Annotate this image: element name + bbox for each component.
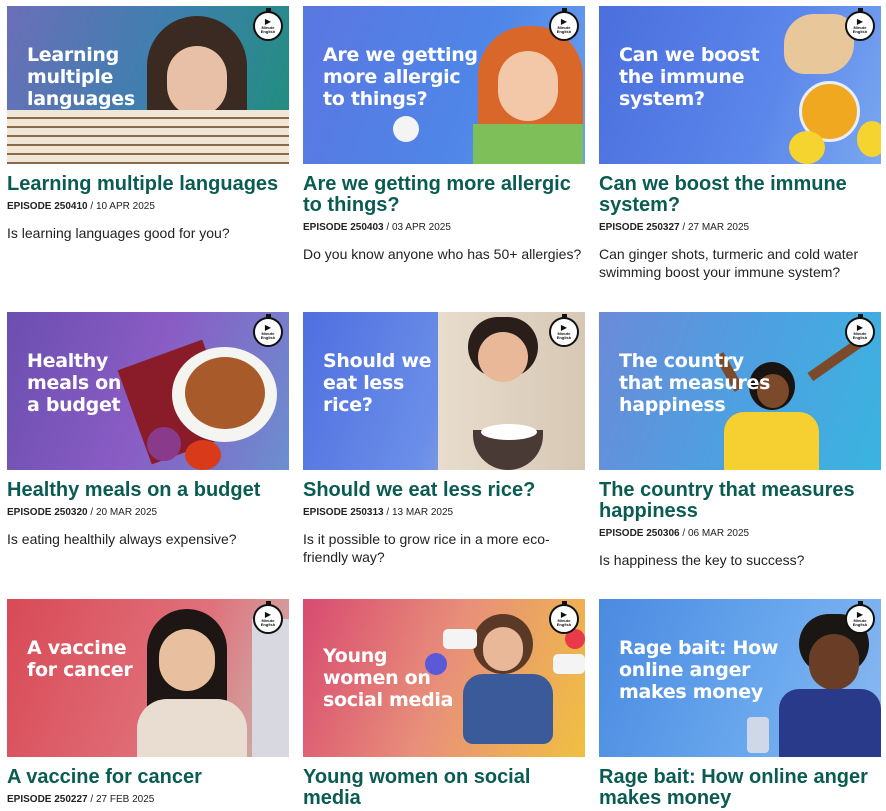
- episode-thumbnail[interactable]: Learning multiple languages ▶ Minute Engl…: [7, 6, 289, 164]
- episode-title-link[interactable]: Can we boost the immune system?: [599, 174, 881, 216]
- episode-card: Can we boost the immune system? ▶ Minute …: [599, 6, 881, 281]
- episode-description: Do you know anyone who has 50+ allergies…: [303, 246, 582, 262]
- minute-english-badge: ▶ Minute English: [549, 601, 579, 634]
- episode-thumbnail[interactable]: Should we eat less rice? ▶ Minute English: [303, 312, 585, 470]
- episode-card: Are we getting more allergic to things? …: [303, 6, 585, 263]
- episode-title-link[interactable]: Young women on social media: [303, 767, 585, 809]
- episode-description: Is it possible to grow rice in a more ec…: [303, 531, 550, 565]
- minute-english-badge: ▶ Minute English: [845, 601, 875, 634]
- thumbnail-caption: Learning multiple languages: [27, 44, 135, 110]
- episode-card: Should we eat less rice? ▶ Minute English…: [303, 312, 585, 566]
- episode-meta: EPISODE 250313 / 13 MAR 2025: [303, 507, 454, 518]
- episode-title-link[interactable]: The country that measures happiness: [599, 480, 881, 522]
- episode-thumbnail[interactable]: Can we boost the immune system? ▶ Minute …: [599, 6, 881, 164]
- episode-title-link[interactable]: A vaccine for cancer: [7, 767, 289, 788]
- episode-date: 10 APR 2025: [95, 201, 155, 212]
- episode-meta: EPISODE 250306 / 06 MAR 2025: [599, 528, 750, 539]
- episode-number: EPISODE 250403: [303, 222, 384, 233]
- episode-description: Can ginger shots, turmeric and cold wate…: [599, 246, 859, 280]
- episode-meta: EPISODE 250227 / 27 FEB 2025: [7, 794, 155, 805]
- episode-thumbnail[interactable]: The country that measures happiness ▶ Min…: [599, 312, 881, 470]
- episode-number: EPISODE 250306: [599, 528, 680, 539]
- episode-number: EPISODE 250313: [303, 507, 384, 518]
- episode-number: EPISODE 250410: [7, 201, 88, 212]
- episode-card: A vaccine for cancer ▶ Minute English A v…: [7, 599, 289, 805]
- thumbnail-caption: Young women on social media: [323, 645, 454, 711]
- episode-thumbnail[interactable]: A vaccine for cancer ▶ Minute English: [7, 599, 289, 757]
- episode-date: 03 APR 2025: [391, 222, 451, 233]
- episode-meta: EPISODE 250410 / 10 APR 2025: [7, 201, 155, 212]
- episode-card: Learning multiple languages ▶ Minute Engl…: [7, 6, 289, 242]
- minute-english-badge: ▶ Minute English: [253, 601, 283, 634]
- episode-title-link[interactable]: Healthy meals on a budget: [7, 480, 289, 501]
- episode-date: 27 FEB 2025: [95, 794, 155, 805]
- episode-meta: EPISODE 250320 / 20 MAR 2025: [7, 507, 158, 518]
- minute-english-badge: ▶ Minute English: [845, 8, 875, 41]
- episode-date: 13 MAR 2025: [391, 507, 454, 518]
- minute-english-badge: ▶ Minute English: [549, 8, 579, 41]
- episode-title-link[interactable]: Should we eat less rice?: [303, 480, 585, 501]
- episode-card: Rage bait: How online anger makes money …: [599, 599, 881, 809]
- episode-date: 20 MAR 2025: [95, 507, 158, 518]
- minute-english-badge: ▶ Minute English: [253, 8, 283, 41]
- thumbnail-caption: Are we getting more allergic to things?: [323, 44, 478, 110]
- episode-thumbnail[interactable]: Rage bait: How online anger makes money …: [599, 599, 881, 757]
- minute-english-badge: ▶ Minute English: [845, 314, 875, 347]
- episode-date: 06 MAR 2025: [687, 528, 750, 539]
- episode-number: EPISODE 250227: [7, 794, 88, 805]
- episode-thumbnail[interactable]: Healthy meals on a budget ▶ Minute Englis…: [7, 312, 289, 470]
- episode-number: EPISODE 250320: [7, 507, 88, 518]
- episode-card: Young women on social media ▶ Minute Engl…: [303, 599, 585, 809]
- episode-card: The country that measures happiness ▶ Min…: [599, 312, 881, 569]
- episode-card: Healthy meals on a budget ▶ Minute Englis…: [7, 312, 289, 548]
- thumbnail-caption: A vaccine for cancer: [27, 637, 133, 681]
- thumbnail-caption: The country that measures happiness: [619, 350, 771, 416]
- episode-description: Is happiness the key to success?: [599, 552, 805, 568]
- thumbnail-caption: Can we boost the immune system?: [619, 44, 760, 110]
- thumbnail-caption: Rage bait: How online anger makes money: [619, 637, 779, 703]
- minute-english-badge: ▶ Minute English: [549, 314, 579, 347]
- episode-description: Is eating healthily always expensive?: [7, 531, 237, 547]
- episode-description: Is learning languages good for you?: [7, 225, 230, 241]
- episode-title-link[interactable]: Learning multiple languages: [7, 174, 289, 195]
- thumbnail-caption: Healthy meals on a budget: [27, 350, 122, 416]
- episode-number: EPISODE 250327: [599, 222, 680, 233]
- episode-thumbnail[interactable]: Are we getting more allergic to things? …: [303, 6, 585, 164]
- episode-meta: EPISODE 250327 / 27 MAR 2025: [599, 222, 750, 233]
- episode-thumbnail[interactable]: Young women on social media ▶ Minute Engl…: [303, 599, 585, 757]
- episode-title-link[interactable]: Rage bait: How online anger makes money: [599, 767, 881, 809]
- thumbnail-caption: Should we eat less rice?: [323, 350, 432, 416]
- episode-meta: EPISODE 250403 / 03 APR 2025: [303, 222, 451, 233]
- episode-title-link[interactable]: Are we getting more allergic to things?: [303, 174, 585, 216]
- episode-date: 27 MAR 2025: [687, 222, 750, 233]
- minute-english-badge: ▶ Minute English: [253, 314, 283, 347]
